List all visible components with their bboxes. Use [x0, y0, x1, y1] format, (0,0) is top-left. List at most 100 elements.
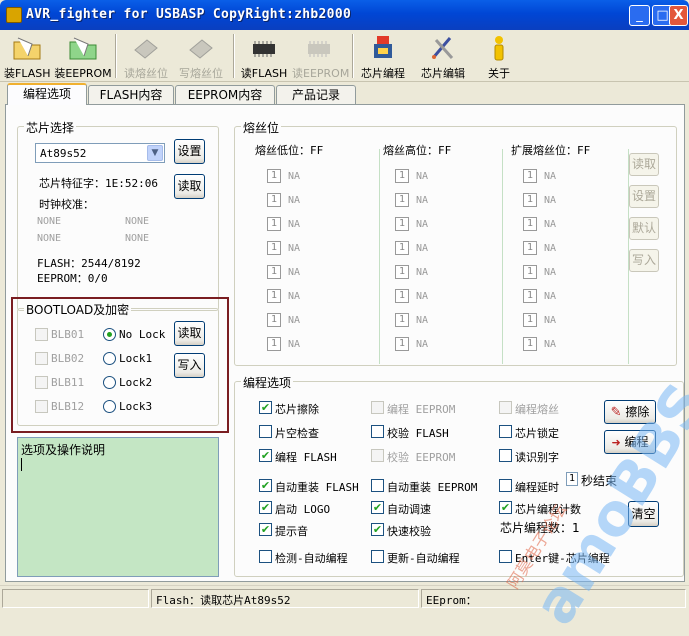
fuse-write-button[interactable]: 写入 [629, 249, 659, 272]
tab-product-records[interactable]: 产品记录 [276, 85, 356, 104]
fuse-low-label: 熔丝低位：FF [255, 144, 324, 157]
lock-write-button[interactable]: 写入 [174, 353, 205, 378]
chip-edit-button[interactable]: 芯片编辑 [416, 32, 470, 80]
fuse-bit-box[interactable]: 1 [267, 289, 281, 303]
fuse-bit-box[interactable]: 1 [395, 217, 409, 231]
chip-signature: 芯片特征字：1E:52:06 [39, 177, 158, 190]
fuse-bit-box[interactable]: 1 [395, 313, 409, 327]
app-icon [6, 7, 22, 23]
chip-setup-button[interactable]: 设置 [174, 139, 205, 164]
lock2-radio[interactable] [103, 376, 116, 389]
option-checkbox[interactable] [499, 401, 512, 414]
option-label: 更新-自动编程 [387, 552, 460, 565]
delay-input[interactable]: 1 [566, 472, 578, 486]
lock-read-button[interactable]: 读取 [174, 321, 205, 346]
clock-value: NONE [37, 216, 62, 227]
option-label: 自动调速 [387, 503, 431, 516]
fuse-bit-box[interactable]: 1 [523, 313, 537, 327]
fuse-default-button[interactable]: 默认 [629, 217, 659, 240]
option-checkbox[interactable] [499, 425, 512, 438]
write-fuse-button[interactable]: 写熔丝位 [175, 32, 227, 80]
status-pane-empty [2, 589, 149, 608]
no-lock-radio[interactable] [103, 328, 116, 341]
fuse-bit-box[interactable]: 1 [267, 241, 281, 255]
chip-dropdown[interactable]: At89s52 ▼ [35, 143, 165, 163]
text-caret [21, 458, 22, 471]
tab-eeprom-content[interactable]: EEPROM内容 [175, 85, 275, 104]
read-eeprom-button[interactable]: 读EEPROM [292, 32, 349, 80]
lock1-radio[interactable] [103, 352, 116, 365]
blb02-checkbox[interactable] [35, 352, 48, 365]
chip-dropdown-value: At89s52 [40, 147, 87, 160]
option-checkbox[interactable] [499, 449, 512, 462]
fuse-bit-box[interactable]: 1 [395, 169, 409, 183]
option-checkbox[interactable]: ✔ [259, 401, 272, 414]
chip-read-button[interactable]: 读取 [174, 174, 205, 199]
load-eeprom-button[interactable]: 装EEPROM [54, 32, 112, 80]
load-flash-button[interactable]: 装FLASH [4, 32, 51, 80]
blb11-label: BLB11 [51, 376, 85, 389]
fuse-bit-box[interactable]: 1 [523, 217, 537, 231]
option-checkbox[interactable] [259, 550, 272, 563]
option-checkbox[interactable] [499, 550, 512, 563]
fuse-bit-box[interactable]: 1 [523, 169, 537, 183]
option-checkbox[interactable]: ✔ [371, 501, 384, 514]
fuse-bit-box[interactable]: 1 [395, 289, 409, 303]
option-checkbox[interactable]: ✔ [259, 479, 272, 492]
blb12-checkbox[interactable] [35, 400, 48, 413]
fuse-bit-box[interactable]: 1 [523, 265, 537, 279]
fuse-bit-box[interactable]: 1 [267, 265, 281, 279]
read-flash-button[interactable]: 读FLASH [240, 32, 288, 80]
blb01-checkbox[interactable] [35, 328, 48, 341]
fuse-bit-box[interactable]: 1 [267, 313, 281, 327]
info-title: 选项及操作说明 [21, 443, 106, 457]
fuse-bit-box[interactable]: 1 [267, 217, 281, 231]
lock3-radio[interactable] [103, 400, 116, 413]
fuse-bit-box[interactable]: 1 [395, 193, 409, 207]
fuse-bit-label: NA [544, 291, 557, 302]
option-label: 自动重装 EEPROM [387, 481, 478, 494]
fuse-bit-box[interactable]: 1 [267, 337, 281, 351]
tab-program-options[interactable]: 编程选项 [7, 83, 87, 105]
fuse-bit-box[interactable]: 1 [523, 337, 537, 351]
fuse-bit-box[interactable]: 1 [267, 169, 281, 183]
read-fuse-button[interactable]: 读熔丝位 [120, 32, 172, 80]
info-textarea[interactable]: 选项及操作说明 [17, 437, 219, 577]
fuse-setup-button[interactable]: 设置 [629, 185, 659, 208]
close-button[interactable]: X [669, 5, 688, 26]
option-checkbox[interactable]: ✔ [259, 501, 272, 514]
fuse-bit-box[interactable]: 1 [523, 289, 537, 303]
option-checkbox[interactable] [259, 425, 272, 438]
fuse-group: 熔丝位 熔丝低位：FF 熔丝高位：FF 扩展熔丝位：FF 1 NA 1 NA 1 NA 1 N… [234, 119, 677, 366]
fuse-bit-box[interactable]: 1 [395, 241, 409, 255]
fuse-bit-box[interactable]: 1 [523, 193, 537, 207]
option-checkbox[interactable] [371, 479, 384, 492]
fuse-bit-box[interactable]: 1 [267, 193, 281, 207]
minimize-button[interactable]: _ [629, 5, 650, 26]
option-checkbox[interactable]: ✔ [259, 449, 272, 462]
toolbar-separator [352, 34, 354, 78]
fuse-bit-label: NA [416, 339, 429, 350]
chip-program-button[interactable]: 芯片编程 [356, 32, 410, 80]
fuse-bit-box[interactable]: 1 [395, 337, 409, 351]
option-checkbox[interactable] [499, 479, 512, 492]
info-icon [494, 36, 504, 61]
fuse-bit-box[interactable]: 1 [395, 265, 409, 279]
title-bar: AVR_fighter for USBASP CopyRight:zhb2000… [0, 0, 689, 30]
option-checkbox[interactable] [371, 550, 384, 563]
program-options-title: 编程选项 [241, 374, 294, 391]
fuse-read-button[interactable]: 读取 [629, 153, 659, 176]
option-checkbox[interactable] [371, 449, 384, 462]
about-button[interactable]: 关于 [480, 32, 518, 80]
fuse-bit-box[interactable]: 1 [523, 241, 537, 255]
option-label: 片空检查 [275, 427, 319, 440]
fuse-bit-label: NA [544, 267, 557, 278]
option-checkbox[interactable]: ✔ [499, 501, 512, 514]
option-checkbox[interactable] [371, 425, 384, 438]
option-checkbox[interactable]: ✔ [371, 523, 384, 536]
blb11-checkbox[interactable] [35, 376, 48, 389]
option-checkbox[interactable] [371, 401, 384, 414]
tab-flash-content[interactable]: FLASH内容 [88, 85, 174, 104]
status-flash: Flash：读取芯片At89s52 [151, 589, 419, 608]
option-checkbox[interactable]: ✔ [259, 523, 272, 536]
